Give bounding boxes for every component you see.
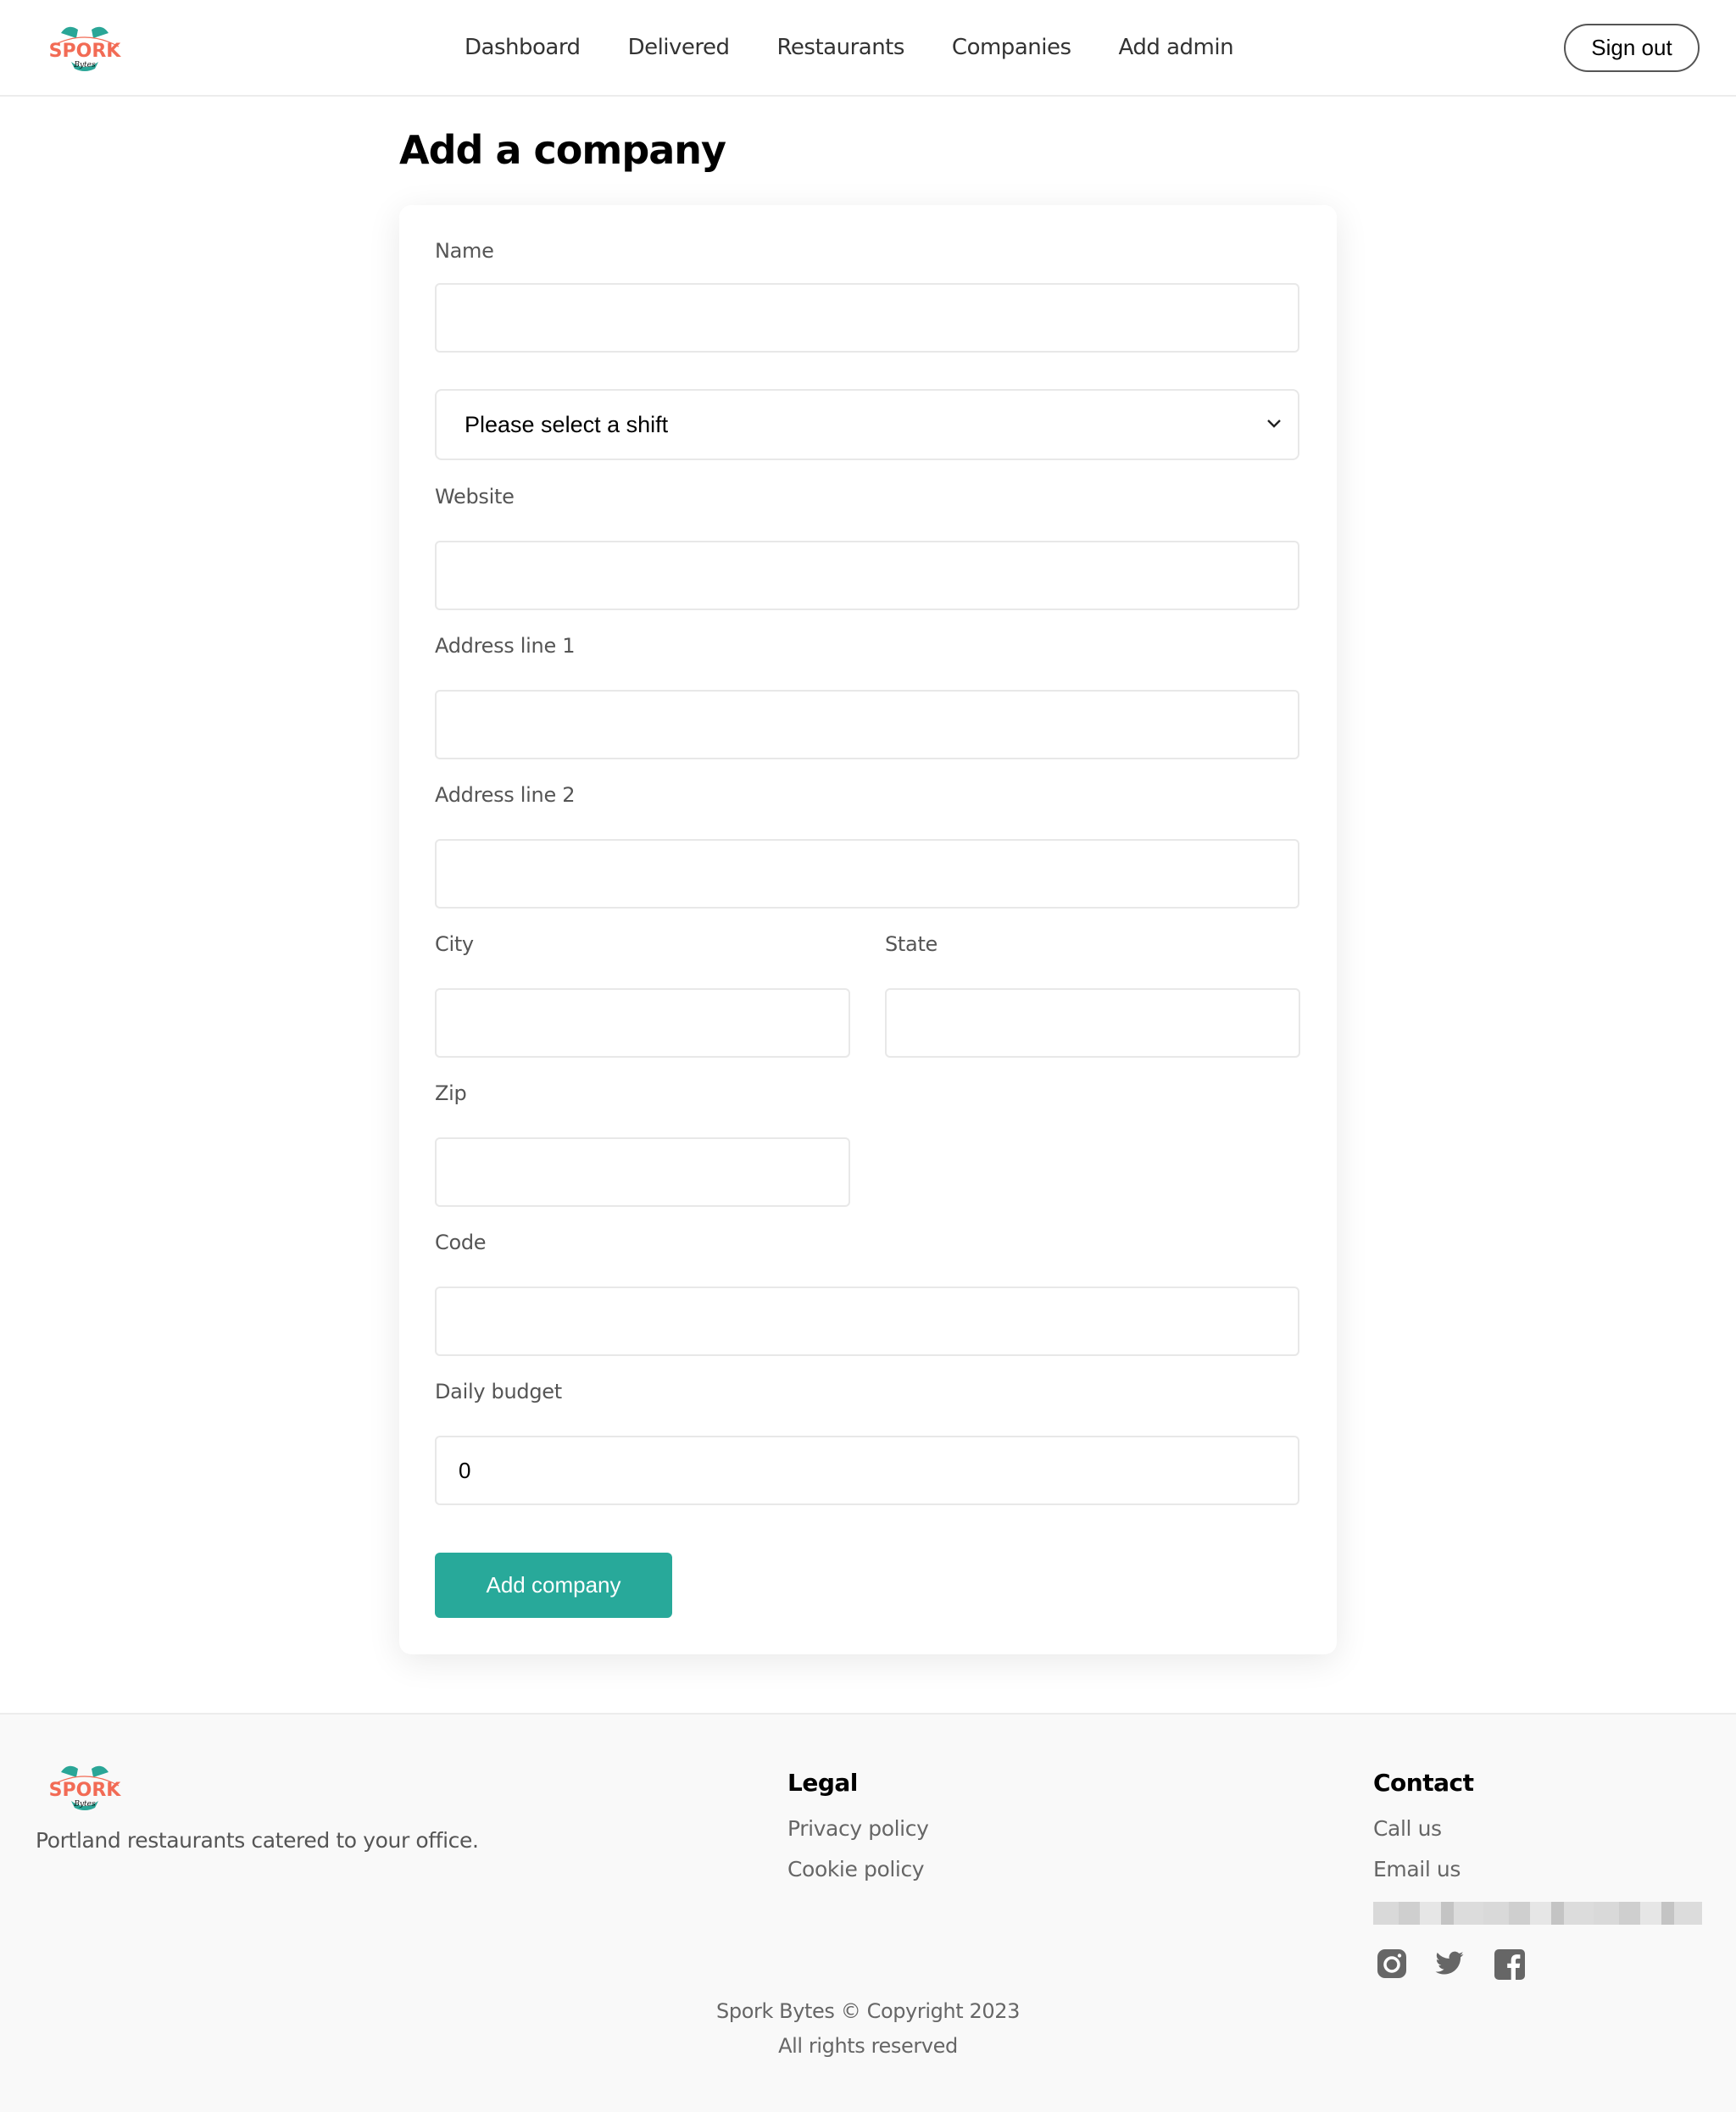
chevron-down-icon: [1267, 420, 1281, 428]
address-line-2-input[interactable]: [435, 839, 1299, 909]
main-nav: Dashboard Delivered Restaurants Companie…: [465, 31, 1281, 64]
copyright-text: Spork Bytes © Copyright 2023: [716, 1999, 1020, 2023]
facebook-icon: [1494, 1949, 1525, 1980]
code-label: Code: [435, 1231, 487, 1254]
cookie-policy-link[interactable]: Cookie policy: [787, 1857, 925, 1881]
svg-text:SPORK: SPORK: [49, 41, 122, 62]
website-label: Website: [435, 485, 515, 509]
shift-select[interactable]: Please select a shift: [435, 389, 1299, 460]
city-label: City: [435, 932, 474, 956]
address-line-1-label: Address line 1: [435, 634, 576, 658]
daily-budget-label: Daily budget: [435, 1380, 562, 1403]
add-company-button[interactable]: Add company: [435, 1553, 672, 1618]
contact-heading: Contact: [1373, 1769, 1474, 1797]
svg-text:Bytes: Bytes: [73, 1800, 96, 1809]
sign-out-button[interactable]: Sign out: [1564, 24, 1700, 72]
nav-delivered[interactable]: Delivered: [628, 35, 730, 60]
shift-select-value: Please select a shift: [465, 411, 669, 437]
address-line-1-input[interactable]: [435, 690, 1299, 759]
address-line-2-label: Address line 2: [435, 783, 576, 807]
privacy-policy-link[interactable]: Privacy policy: [787, 1816, 929, 1841]
footer-tagline: Portland restaurants catered to your off…: [36, 1828, 479, 1853]
call-us-link[interactable]: Call us: [1373, 1816, 1442, 1841]
twitter-icon: [1435, 1951, 1464, 1975]
nav-companies[interactable]: Companies: [952, 35, 1071, 60]
svg-text:Bytes: Bytes: [73, 61, 96, 69]
name-input[interactable]: [435, 283, 1299, 353]
top-navbar: SPORK Bytes Dashboard Delivered Restaura…: [0, 0, 1736, 97]
city-input[interactable]: [435, 988, 850, 1058]
email-us-link[interactable]: Email us: [1373, 1857, 1461, 1881]
add-company-form: Name Please select a shift Website Addre…: [399, 205, 1337, 1654]
code-input[interactable]: [435, 1287, 1299, 1356]
spork-logo-icon: SPORK Bytes: [49, 1765, 122, 1810]
instagram-link[interactable]: [1377, 1948, 1407, 1979]
rights-text: All rights reserved: [778, 2034, 958, 2058]
spork-logo-icon: SPORK Bytes: [49, 26, 122, 71]
nav-add-admin[interactable]: Add admin: [1119, 35, 1234, 60]
nav-dashboard[interactable]: Dashboard: [465, 35, 581, 60]
footer: SPORK Bytes Portland restaurants catered…: [0, 1713, 1736, 2112]
zip-input[interactable]: [435, 1137, 850, 1207]
redacted-contact-info: [1373, 1902, 1702, 1925]
state-label: State: [885, 932, 938, 956]
daily-budget-input[interactable]: [435, 1436, 1299, 1505]
legal-heading: Legal: [787, 1769, 858, 1797]
footer-spork-logo[interactable]: SPORK Bytes: [42, 1760, 127, 1813]
nav-restaurants[interactable]: Restaurants: [777, 35, 905, 60]
website-input[interactable]: [435, 541, 1299, 610]
state-input[interactable]: [885, 988, 1300, 1058]
instagram-icon: [1377, 1949, 1406, 1978]
svg-text:SPORK: SPORK: [49, 1780, 122, 1801]
twitter-link[interactable]: [1434, 1948, 1465, 1979]
spork-logo[interactable]: SPORK Bytes: [42, 21, 127, 74]
facebook-link[interactable]: [1494, 1948, 1525, 1980]
zip-label: Zip: [435, 1081, 467, 1105]
name-label: Name: [435, 239, 494, 263]
page-title: Add a company: [399, 127, 726, 173]
